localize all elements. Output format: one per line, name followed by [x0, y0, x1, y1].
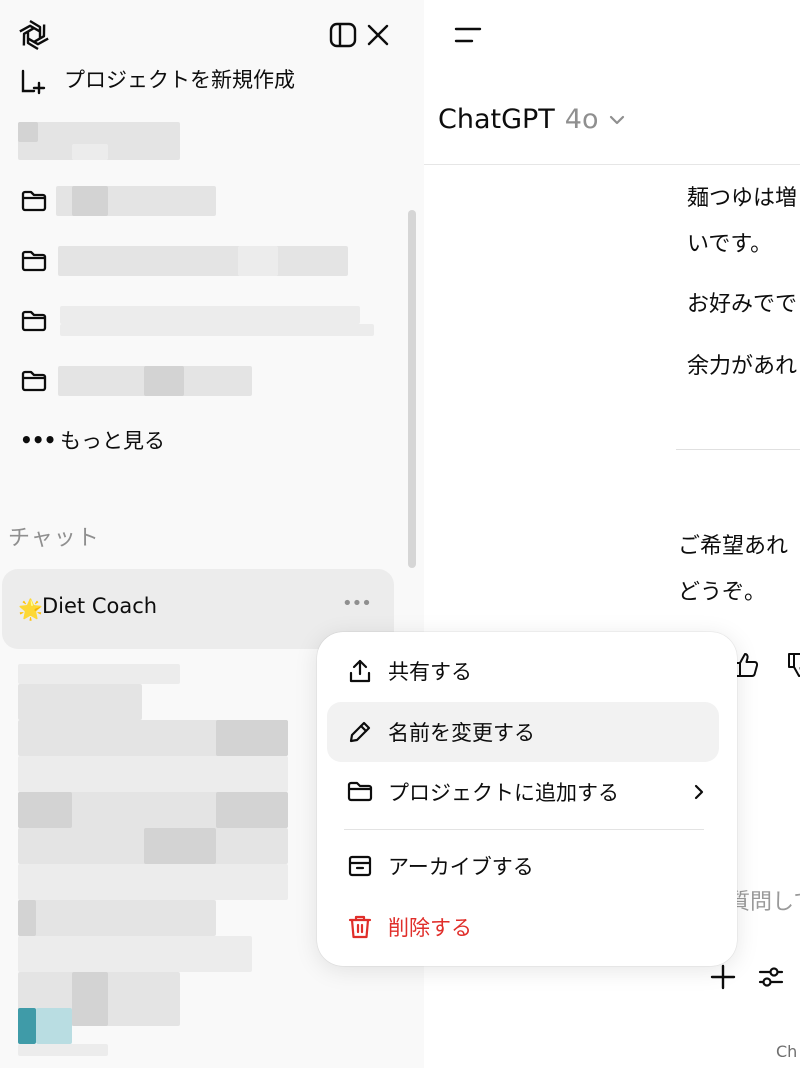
- new-project-label: プロジェクトを新規作成: [64, 68, 295, 92]
- close-icon[interactable]: [364, 20, 392, 50]
- menu-item-rename[interactable]: 名前を変更する: [327, 702, 719, 762]
- message-text: 麺つゆは増: [687, 186, 798, 211]
- menu-item-label: 共有する: [388, 660, 472, 684]
- menu-item-label: 名前を変更する: [388, 721, 535, 745]
- redacted-label: [58, 246, 348, 276]
- share-icon: [349, 659, 371, 683]
- chats-section-heading: チャット: [8, 526, 100, 551]
- model-version: 4o: [564, 104, 599, 135]
- chat-title: Diet Coach: [42, 594, 158, 618]
- more-label: もっと見る: [60, 429, 165, 453]
- menu-item-archive[interactable]: アーカイブする: [327, 836, 719, 896]
- chat-context-menu: 共有する 名前を変更する プロジェクトに追加する アーカイブする 削除する: [317, 632, 737, 966]
- sidebar-scrollbar[interactable]: [408, 210, 416, 568]
- folder-icon: [21, 310, 47, 332]
- new-project-button[interactable]: プロジェクトを新規作成: [20, 64, 295, 98]
- menu-item-share[interactable]: 共有する: [327, 641, 719, 701]
- menu-item-label: 削除する: [388, 916, 472, 940]
- message-divider: [676, 449, 800, 450]
- footer-disclaimer: Ch: [776, 1042, 798, 1061]
- redacted-label: [56, 186, 216, 216]
- model-name: ChatGPT: [438, 104, 555, 135]
- project-folder-row[interactable]: [20, 304, 374, 338]
- folder-icon: [21, 250, 47, 272]
- sliders-icon[interactable]: [756, 962, 786, 992]
- message-text: ご希望あれ: [678, 534, 789, 559]
- menu-divider: [344, 829, 704, 830]
- more-button[interactable]: ••• もっと見る: [20, 422, 165, 458]
- new-project-icon: [21, 69, 46, 95]
- sidebar-toggle-icon[interactable]: [328, 20, 358, 50]
- header-divider: [424, 164, 800, 165]
- message-text: 余力があれ: [687, 354, 798, 379]
- message-text: いです。: [687, 232, 773, 257]
- project-folder-row[interactable]: [20, 364, 252, 398]
- chevron-right-icon: [694, 784, 704, 800]
- menu-item-delete[interactable]: 削除する: [327, 897, 719, 957]
- ellipsis-icon[interactable]: •••: [342, 593, 372, 614]
- chat-emoji: 🌟: [18, 597, 43, 621]
- redacted-label: [58, 366, 252, 396]
- message-text: どうぞ。: [678, 580, 767, 605]
- folder-icon: [21, 190, 47, 212]
- ellipsis-icon: •••: [20, 428, 56, 452]
- chevron-down-icon: [609, 115, 624, 124]
- folder-icon: [21, 370, 47, 392]
- message-text: お好みでで: [687, 292, 798, 317]
- folder-icon: [347, 781, 373, 802]
- project-folder-row[interactable]: [20, 244, 348, 278]
- thumbs-down-icon[interactable]: [786, 650, 800, 680]
- plus-icon[interactable]: [708, 962, 738, 992]
- menu-item-add-to-project[interactable]: プロジェクトに追加する: [327, 762, 719, 822]
- redacted-label: [60, 306, 374, 336]
- menu-item-label: プロジェクトに追加する: [388, 781, 619, 805]
- menu-icon[interactable]: [450, 20, 484, 50]
- menu-item-label: アーカイブする: [388, 855, 534, 879]
- openai-logo-icon[interactable]: [16, 17, 52, 53]
- chat-input-placeholder[interactable]: 質問して: [728, 884, 800, 916]
- model-selector[interactable]: ChatGPT 4o: [438, 104, 627, 135]
- pencil-icon: [349, 721, 371, 743]
- trash-icon: [348, 915, 372, 939]
- archive-icon: [348, 855, 372, 877]
- project-folder-row[interactable]: [20, 184, 216, 218]
